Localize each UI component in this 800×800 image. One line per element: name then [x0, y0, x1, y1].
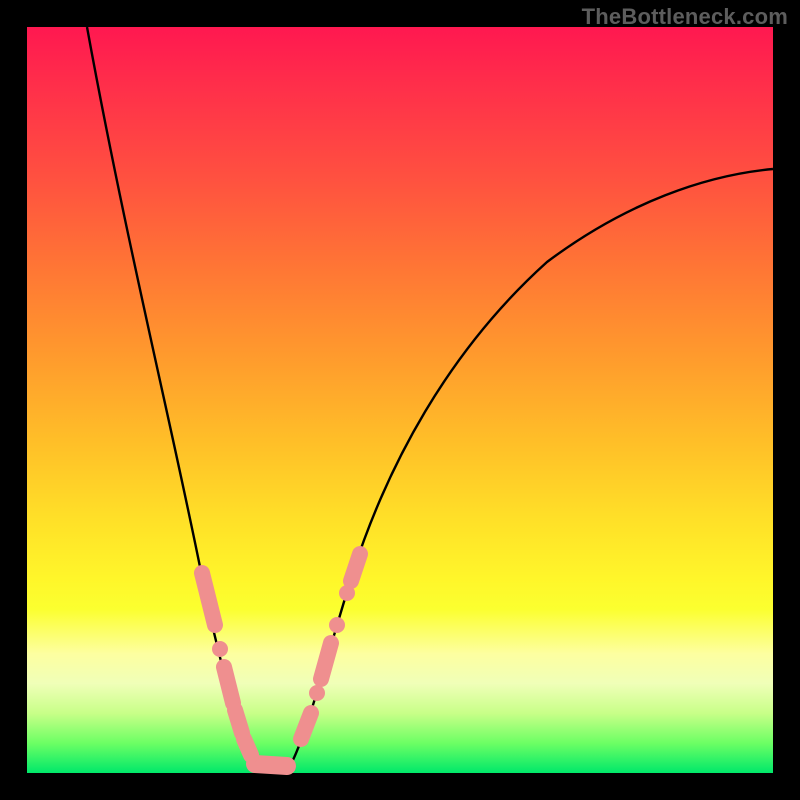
right-marker-cluster [301, 554, 360, 739]
watermark-text: TheBottleneck.com [582, 4, 788, 30]
gradient-plot-area [27, 27, 773, 773]
valley-capsule [255, 764, 287, 766]
bottleneck-curve-svg [27, 27, 773, 773]
left-marker-cluster [202, 573, 251, 755]
bottleneck-curve [87, 27, 773, 768]
